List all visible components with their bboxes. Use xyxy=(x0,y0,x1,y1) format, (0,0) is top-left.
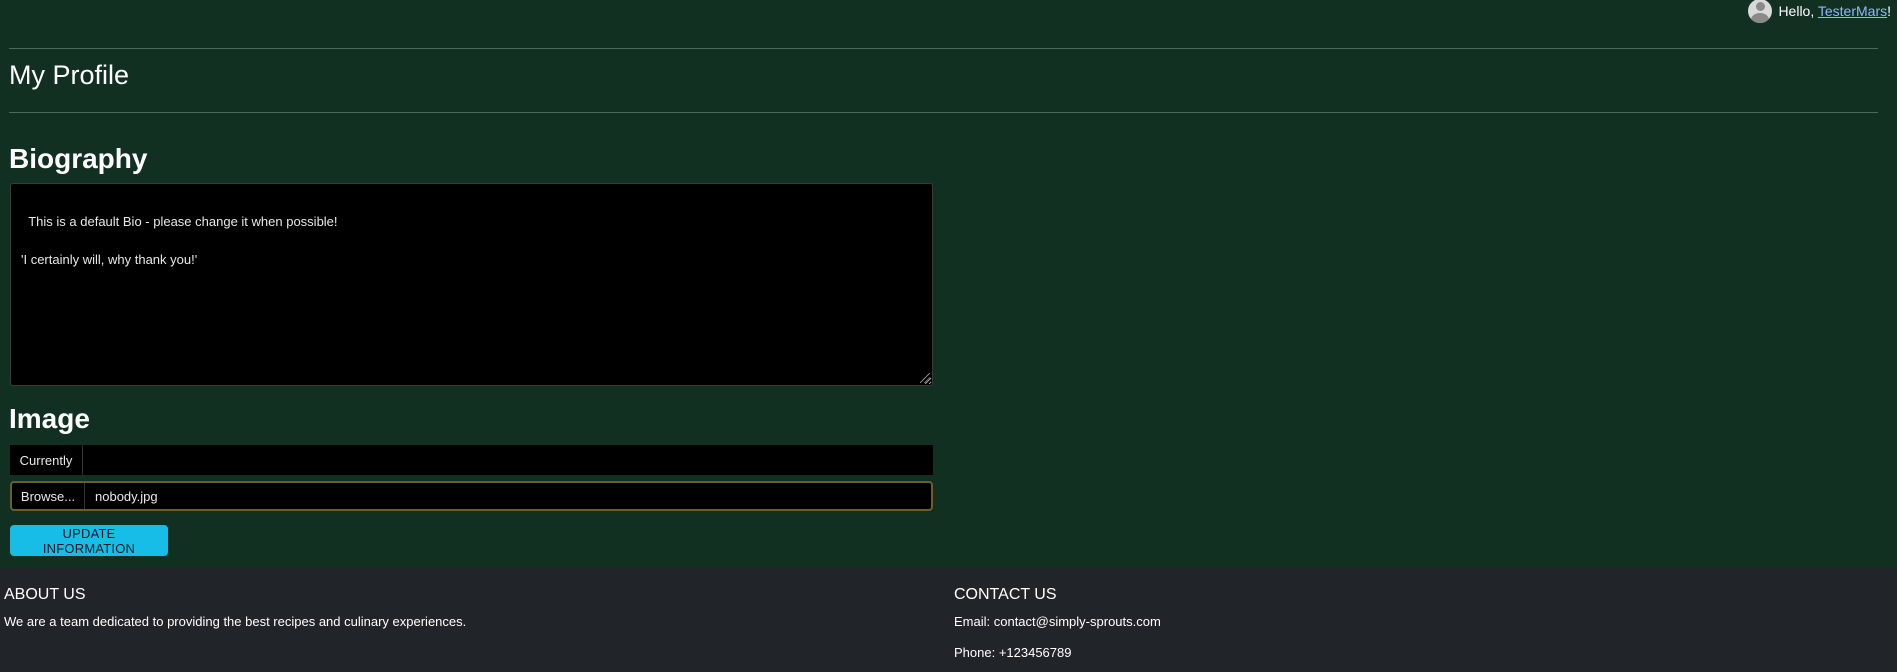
user-greeting: Hello, TesterMars! xyxy=(1748,0,1891,23)
currently-label: Currently xyxy=(10,445,83,475)
contact-email: Email: contact@simply-sprouts.com xyxy=(954,614,1161,629)
currently-value xyxy=(83,445,933,475)
biography-textarea[interactable]: This is a default Bio - please change it… xyxy=(10,183,933,386)
browse-button[interactable]: Browse... xyxy=(12,483,85,509)
contact-phone: Phone: +123456789 xyxy=(954,645,1072,660)
title-divider xyxy=(9,112,1878,113)
about-section: ABOUT US We are a team dedicated to prov… xyxy=(4,586,466,645)
user-avatar-icon[interactable] xyxy=(1748,0,1773,23)
about-text: We are a team dedicated to providing the… xyxy=(4,614,467,629)
username-link[interactable]: TesterMars xyxy=(1818,3,1887,19)
site-footer: ABOUT US We are a team dedicated to prov… xyxy=(0,568,1897,672)
image-file-input[interactable]: Browse... nobody.jpg xyxy=(10,481,933,511)
update-information-button[interactable]: UPDATE INFORMATION xyxy=(10,525,168,556)
current-image-row: Currently xyxy=(10,445,933,475)
textarea-resize-handle[interactable] xyxy=(920,373,930,383)
biography-text: This is a default Bio - please change it… xyxy=(21,214,338,267)
greeting-prefix: Hello, xyxy=(1778,2,1818,19)
contact-heading: CONTACT US xyxy=(954,586,1057,603)
selected-file-name: nobody.jpg xyxy=(95,488,158,504)
greeting-text: Hello, TesterMars! xyxy=(1778,3,1891,19)
biography-heading: Biography xyxy=(9,143,148,174)
contact-section: CONTACT US Email: contact@simply-sprouts… xyxy=(954,586,1161,672)
top-divider xyxy=(9,48,1878,49)
avatar-head-shape xyxy=(1756,1,1766,11)
image-heading: Image xyxy=(9,403,90,434)
page-title: My Profile xyxy=(9,60,130,90)
about-heading: ABOUT US xyxy=(4,586,86,603)
avatar-body-shape xyxy=(1751,12,1770,23)
greeting-suffix: ! xyxy=(1887,2,1891,19)
